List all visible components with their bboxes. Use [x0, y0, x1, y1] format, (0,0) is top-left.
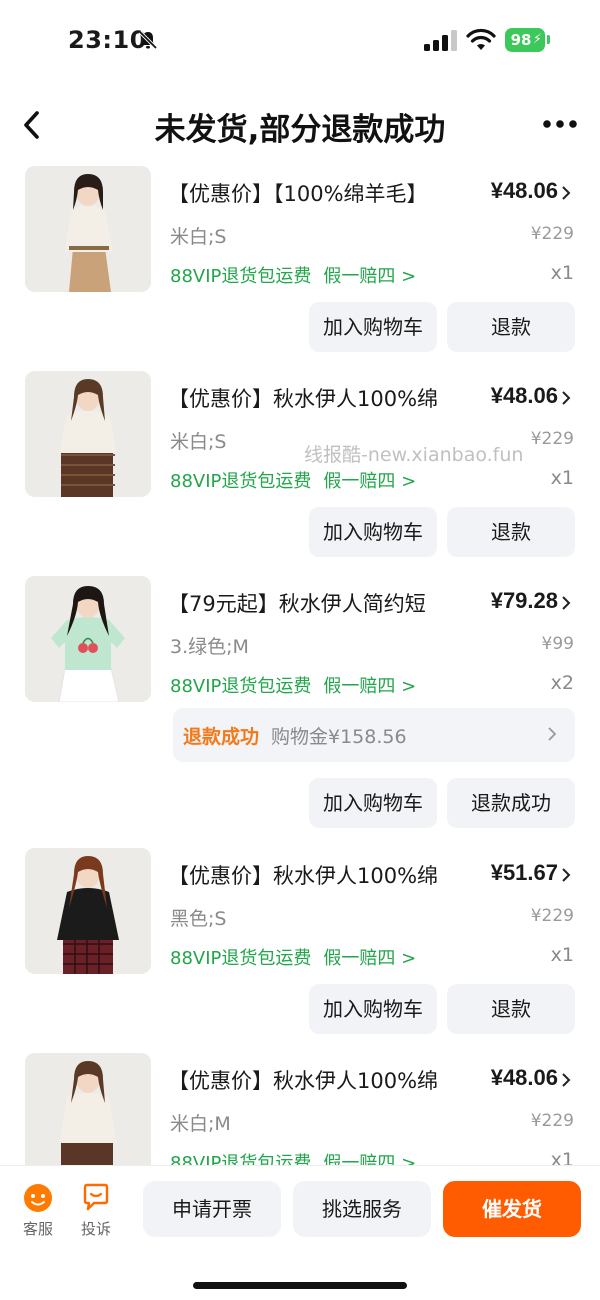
item-title[interactable]: 【优惠价】秋水伊人100%绵 — [168, 860, 468, 890]
guarantee-label[interactable]: 假一赔四 > — [323, 266, 416, 287]
more-icon[interactable] — [542, 118, 578, 130]
order-item[interactable]: 【优惠价】秋水伊人100%绵 ¥48.06 米白;M ¥229 88VIP退货包… — [0, 1047, 600, 1165]
wifi-icon — [466, 28, 496, 50]
item-quantity: x2 — [550, 672, 574, 694]
chevron-right-icon — [548, 727, 557, 741]
original-price: ¥99 — [541, 634, 574, 654]
watermark: 线报酷-new.xianbao.fun — [304, 444, 524, 466]
product-photo-3 — [25, 576, 151, 702]
item-price: ¥79.28 — [490, 588, 558, 613]
signal-icon — [424, 30, 457, 51]
refund-status-bar[interactable]: 退款成功 购物金¥158.56 — [173, 708, 575, 762]
product-photo-1 — [25, 166, 151, 292]
product-photo-4 — [25, 848, 151, 974]
item-quantity: x1 — [550, 467, 574, 489]
guarantee-label[interactable]: 假一赔四 > — [323, 948, 416, 969]
select-service-button[interactable]: 挑选服务 — [293, 1181, 431, 1237]
product-photo-5 — [25, 1053, 151, 1165]
order-item[interactable]: 【优惠价】秋水伊人100%绵 ¥51.67 黑色;S ¥229 88VIP退货包… — [0, 842, 600, 1047]
vip-guarantee-row[interactable]: 88VIP退货包运费 假一赔四 > — [170, 262, 416, 288]
status-bar: 23:10 98 ⚡ — [0, 0, 600, 80]
order-detail-screen: 23:10 98 ⚡ 未发货,部分退款成功 【优惠价】【100%绵羊毛】 ¥48… — [0, 0, 600, 1300]
product-thumbnail[interactable] — [25, 166, 151, 292]
item-title[interactable]: 【79元起】秋水伊人简约短 — [168, 588, 468, 618]
product-thumbnail[interactable] — [25, 1053, 151, 1165]
item-price: ¥48.06 — [490, 1065, 558, 1090]
battery-indicator: 98 ⚡ — [505, 28, 545, 52]
item-quantity: x1 — [550, 944, 574, 966]
service-face-icon — [24, 1184, 52, 1212]
add-to-cart-button[interactable]: 加入购物车 — [309, 507, 437, 557]
vip-return-label: 88VIP退货包运费 — [170, 1153, 312, 1165]
vip-guarantee-row[interactable]: 88VIP退货包运费 假一赔四 > — [170, 1149, 416, 1165]
product-thumbnail[interactable] — [25, 848, 151, 974]
battery-cap — [547, 35, 550, 44]
vip-return-label: 88VIP退货包运费 — [170, 676, 312, 697]
refund-button[interactable]: 退款 — [447, 302, 575, 352]
item-title[interactable]: 【优惠价】【100%绵羊毛】 — [168, 178, 468, 208]
order-item[interactable]: 【优惠价】秋水伊人100%绵 ¥48.06 米白;S ¥229 88VIP退货包… — [0, 365, 600, 570]
item-quantity: x1 — [550, 262, 574, 284]
nav-header: 未发货,部分退款成功 — [0, 90, 600, 160]
battery-bolt-icon: ⚡ — [532, 32, 542, 47]
service-label: 客服 — [22, 1220, 53, 1238]
item-price: ¥48.06 — [490, 383, 558, 408]
chevron-right-icon[interactable] — [560, 1071, 572, 1089]
vip-return-label: 88VIP退货包运费 — [170, 266, 312, 287]
product-thumbnail[interactable] — [25, 576, 151, 702]
chevron-right-icon[interactable] — [560, 184, 572, 202]
item-price: ¥48.06 — [490, 178, 558, 203]
urge-shipping-button[interactable]: 催发货 — [443, 1181, 581, 1237]
order-item-list: 【优惠价】【100%绵羊毛】 ¥48.06 米白;S ¥229 88VIP退货包… — [0, 160, 600, 1165]
page-title: 未发货,部分退款成功 — [154, 112, 446, 148]
vip-guarantee-row[interactable]: 88VIP退货包运费 假一赔四 > — [170, 672, 416, 698]
add-to-cart-button[interactable]: 加入购物车 — [309, 302, 437, 352]
guarantee-label[interactable]: 假一赔四 > — [323, 471, 416, 492]
vip-return-label: 88VIP退货包运费 — [170, 471, 312, 492]
add-to-cart-button[interactable]: 加入购物车 — [309, 984, 437, 1034]
refund-button[interactable]: 退款 — [447, 507, 575, 557]
home-indicator[interactable] — [193, 1282, 407, 1289]
refund-success-button[interactable]: 退款成功 — [447, 778, 575, 828]
chevron-right-icon[interactable] — [560, 389, 572, 407]
complain-entry[interactable]: 投诉 — [76, 1182, 116, 1239]
guarantee-label[interactable]: 假一赔四 > — [323, 676, 416, 697]
item-spec: 黑色;S — [170, 908, 227, 930]
original-price: ¥229 — [530, 906, 574, 926]
item-title[interactable]: 【优惠价】秋水伊人100%绵 — [168, 1065, 468, 1095]
item-quantity: x1 — [550, 1149, 574, 1165]
vip-guarantee-row[interactable]: 88VIP退货包运费 假一赔四 > — [170, 467, 416, 493]
vip-guarantee-row[interactable]: 88VIP退货包运费 假一赔四 > — [170, 944, 416, 970]
request-invoice-button[interactable]: 申请开票 — [143, 1181, 281, 1237]
item-price: ¥51.67 — [490, 860, 558, 885]
item-spec: 米白;S — [170, 431, 227, 453]
refund-success-label: 退款成功 — [183, 726, 260, 748]
complain-chat-icon — [83, 1183, 109, 1211]
refund-button[interactable]: 退款 — [447, 984, 575, 1034]
refund-amount: 购物金¥158.56 — [271, 726, 407, 748]
vip-return-label: 88VIP退货包运费 — [170, 948, 312, 969]
chevron-right-icon[interactable] — [560, 594, 572, 612]
original-price: ¥229 — [530, 1111, 574, 1131]
chevron-right-icon[interactable] — [560, 866, 572, 884]
order-item[interactable]: 【优惠价】【100%绵羊毛】 ¥48.06 米白;S ¥229 88VIP退货包… — [0, 160, 600, 365]
original-price: ¥229 — [530, 224, 574, 244]
add-to-cart-button[interactable]: 加入购物车 — [309, 778, 437, 828]
bell-slash-icon — [138, 30, 158, 50]
original-price: ¥229 — [530, 429, 574, 449]
complain-label: 投诉 — [80, 1220, 111, 1238]
item-title[interactable]: 【优惠价】秋水伊人100%绵 — [168, 383, 468, 413]
product-photo-2 — [25, 371, 151, 497]
product-thumbnail[interactable] — [25, 371, 151, 497]
bottom-action-bar: 客服 投诉 申请开票 挑选服务 催发货 — [0, 1165, 600, 1300]
item-spec: 3.绿色;M — [170, 636, 249, 658]
customer-service-entry[interactable]: 客服 — [18, 1182, 58, 1239]
item-spec: 米白;M — [170, 1113, 231, 1135]
order-item[interactable]: 【79元起】秋水伊人简约短 ¥79.28 3.绿色;M ¥99 88VIP退货包… — [0, 570, 600, 842]
status-time: 23:10 — [68, 26, 147, 54]
battery-level: 98 — [510, 31, 532, 49]
guarantee-label[interactable]: 假一赔四 > — [323, 1153, 416, 1165]
item-spec: 米白;S — [170, 226, 227, 248]
